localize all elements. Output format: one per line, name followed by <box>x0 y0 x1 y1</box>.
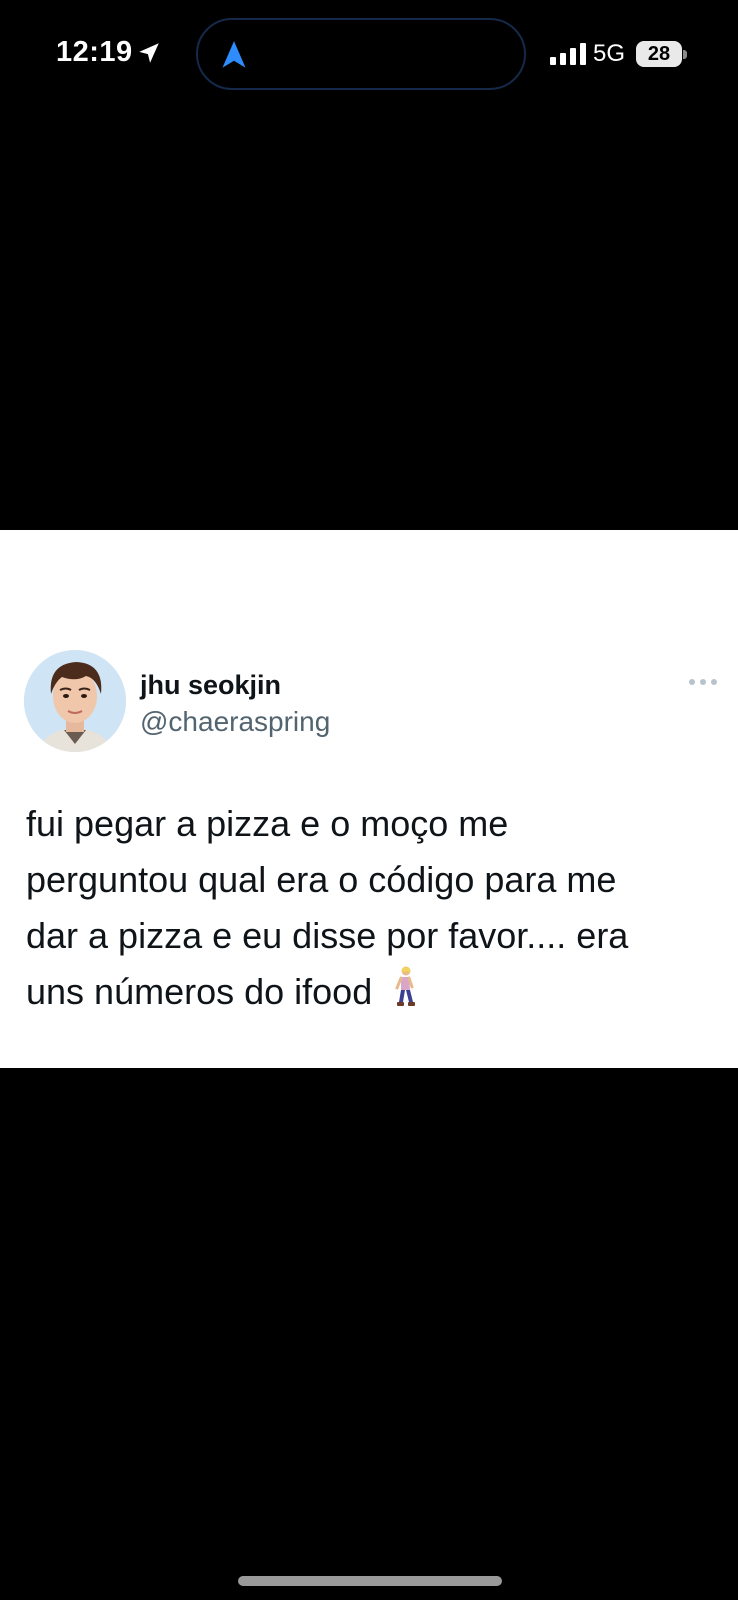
tweet-line: uns números do ifood <box>26 971 373 1012</box>
more-options-icon[interactable] <box>688 675 718 689</box>
dynamic-island[interactable] <box>196 18 526 90</box>
status-time: 12:19 <box>56 36 133 68</box>
avatar[interactable] <box>24 650 126 752</box>
tweet-card: jhu seokjin @chaeraspring fui pegar a pi… <box>0 530 738 1068</box>
tweet-line-last: uns números do ifood <box>26 964 726 1020</box>
home-indicator[interactable] <box>238 1576 502 1586</box>
person-walking-icon <box>395 966 416 1006</box>
signal-bars-icon <box>550 43 586 65</box>
author-handle[interactable]: @chaeraspring <box>140 706 330 738</box>
avatar-portrait <box>24 650 126 752</box>
tweet-text: fui pegar a pizza e o moço me perguntou … <box>26 796 726 1020</box>
battery-level: 28 <box>647 43 671 65</box>
tweet-line: fui pegar a pizza e o moço me <box>26 803 509 844</box>
author-name[interactable]: jhu seokjin <box>140 670 281 701</box>
battery-cap <box>683 50 687 59</box>
tweet-line: perguntou qual era o código para me <box>26 859 617 900</box>
navigation-arrow-icon <box>222 41 246 68</box>
network-type: 5G <box>593 40 626 67</box>
location-arrow-icon <box>139 43 159 63</box>
battery-icon: 28 <box>636 41 682 67</box>
tweet-line: dar a pizza e eu disse por favor.... era <box>26 915 629 956</box>
